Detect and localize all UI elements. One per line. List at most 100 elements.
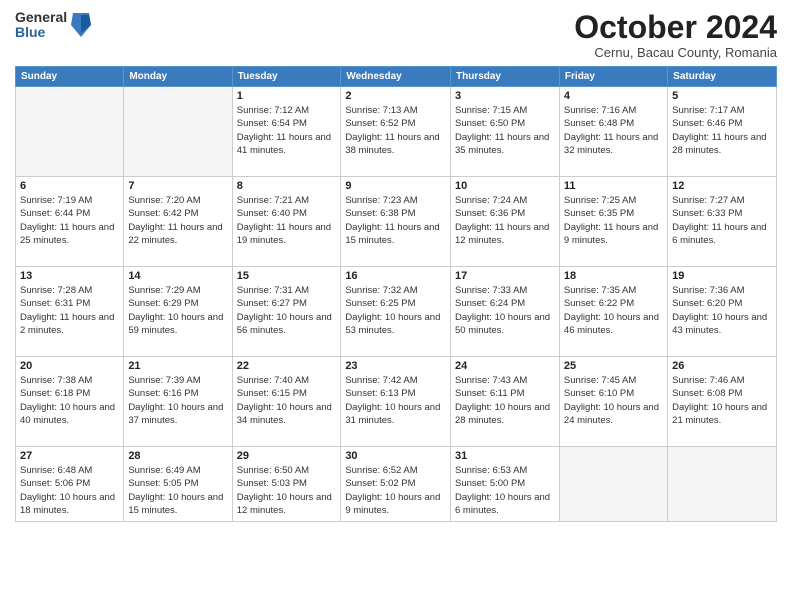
weekday-header: Saturday: [668, 67, 777, 87]
calendar-week-row: 1 Sunrise: 7:12 AM Sunset: 6:54 PM Daylig…: [16, 87, 777, 177]
day-info: Sunrise: 7:19 AM Sunset: 6:44 PM Dayligh…: [20, 194, 119, 247]
calendar-cell: 12Sunrise: 7:27 AM Sunset: 6:33 PM Dayli…: [668, 177, 777, 267]
day-info: Sunrise: 7:12 AM Sunset: 6:54 PM Dayligh…: [237, 104, 337, 157]
calendar-cell: 25 Sunrise: 7:45 AM Sunset: 6:10 PM Dayli…: [559, 357, 667, 447]
day-info: Sunrise: 6:48 AM Sunset: 5:06 PM Dayligh…: [20, 464, 119, 517]
calendar-cell: 11 Sunrise: 7:25 AM Sunset: 6:35 PM Dayli…: [559, 177, 667, 267]
calendar-cell: 22Sunrise: 7:40 AM Sunset: 6:15 PM Dayli…: [232, 357, 341, 447]
day-number: 21: [128, 360, 227, 372]
day-info: Sunrise: 6:50 AM Sunset: 5:03 PM Dayligh…: [237, 464, 337, 517]
day-info: Sunrise: 7:43 AM Sunset: 6:11 PM Dayligh…: [455, 374, 555, 427]
weekday-header: Sunday: [16, 67, 124, 87]
calendar-cell: [559, 447, 667, 522]
day-info: Sunrise: 7:17 AM Sunset: 6:46 PM Dayligh…: [672, 104, 772, 157]
day-number: 8: [237, 180, 337, 192]
day-info: Sunrise: 7:36 AM Sunset: 6:20 PM Dayligh…: [672, 284, 772, 337]
header: General Blue October 2024 Cernu, Bacau C…: [15, 10, 777, 60]
calendar-cell: 13Sunrise: 7:28 AM Sunset: 6:31 PM Dayli…: [16, 267, 124, 357]
day-info: Sunrise: 7:39 AM Sunset: 6:16 PM Dayligh…: [128, 374, 227, 427]
page: General Blue October 2024 Cernu, Bacau C…: [0, 0, 792, 612]
day-number: 16: [345, 270, 446, 282]
calendar-week-row: 6 Sunrise: 7:19 AM Sunset: 6:44 PM Daylig…: [16, 177, 777, 267]
day-number: 20: [20, 360, 119, 372]
calendar-cell: [668, 447, 777, 522]
day-info: Sunrise: 7:13 AM Sunset: 6:52 PM Dayligh…: [345, 104, 446, 157]
day-number: 26: [672, 360, 772, 372]
day-number: 6: [20, 180, 119, 192]
logo-area: General Blue: [15, 10, 93, 41]
day-info: Sunrise: 7:32 AM Sunset: 6:25 PM Dayligh…: [345, 284, 446, 337]
day-number: 9: [345, 180, 446, 192]
calendar-cell: 31Sunrise: 6:53 AM Sunset: 5:00 PM Dayli…: [450, 447, 559, 522]
day-number: 10: [455, 180, 555, 192]
calendar-cell: 17 Sunrise: 7:33 AM Sunset: 6:24 PM Dayli…: [450, 267, 559, 357]
calendar-cell: 5Sunrise: 7:17 AM Sunset: 6:46 PM Daylig…: [668, 87, 777, 177]
day-info: Sunrise: 7:21 AM Sunset: 6:40 PM Dayligh…: [237, 194, 337, 247]
day-info: Sunrise: 7:15 AM Sunset: 6:50 PM Dayligh…: [455, 104, 555, 157]
calendar-table: SundayMondayTuesdayWednesdayThursdayFrid…: [15, 66, 777, 522]
calendar-cell: 23 Sunrise: 7:42 AM Sunset: 6:13 PM Dayli…: [341, 357, 451, 447]
day-number: 29: [237, 450, 337, 462]
day-info: Sunrise: 7:35 AM Sunset: 6:22 PM Dayligh…: [564, 284, 663, 337]
calendar-cell: 29 Sunrise: 6:50 AM Sunset: 5:03 PM Dayli…: [232, 447, 341, 522]
day-number: 25: [564, 360, 663, 372]
weekday-header: Wednesday: [341, 67, 451, 87]
day-number: 7: [128, 180, 227, 192]
calendar-cell: 1 Sunrise: 7:12 AM Sunset: 6:54 PM Daylig…: [232, 87, 341, 177]
calendar-cell: 2 Sunrise: 7:13 AM Sunset: 6:52 PM Daylig…: [341, 87, 451, 177]
title-area: October 2024 Cernu, Bacau County, Romani…: [574, 10, 777, 60]
calendar-cell: 7 Sunrise: 7:20 AM Sunset: 6:42 PM Daylig…: [124, 177, 232, 267]
calendar-week-row: 13Sunrise: 7:28 AM Sunset: 6:31 PM Dayli…: [16, 267, 777, 357]
day-number: 17: [455, 270, 555, 282]
calendar-cell: 6 Sunrise: 7:19 AM Sunset: 6:44 PM Daylig…: [16, 177, 124, 267]
logo-icon: [69, 11, 93, 39]
day-number: 2: [345, 90, 446, 102]
day-number: 11: [564, 180, 663, 192]
day-info: Sunrise: 6:52 AM Sunset: 5:02 PM Dayligh…: [345, 464, 446, 517]
day-number: 27: [20, 450, 119, 462]
day-number: 28: [128, 450, 227, 462]
location: Cernu, Bacau County, Romania: [574, 45, 777, 60]
day-info: Sunrise: 7:45 AM Sunset: 6:10 PM Dayligh…: [564, 374, 663, 427]
day-number: 14: [128, 270, 227, 282]
day-number: 18: [564, 270, 663, 282]
calendar-header-row: SundayMondayTuesdayWednesdayThursdayFrid…: [16, 67, 777, 87]
calendar-cell: 26 Sunrise: 7:46 AM Sunset: 6:08 PM Dayli…: [668, 357, 777, 447]
day-info: Sunrise: 7:27 AM Sunset: 6:33 PM Dayligh…: [672, 194, 772, 247]
day-number: 30: [345, 450, 446, 462]
day-info: Sunrise: 7:40 AM Sunset: 6:15 PM Dayligh…: [237, 374, 337, 427]
day-info: Sunrise: 6:49 AM Sunset: 5:05 PM Dayligh…: [128, 464, 227, 517]
calendar-cell: 18 Sunrise: 7:35 AM Sunset: 6:22 PM Dayli…: [559, 267, 667, 357]
day-number: 4: [564, 90, 663, 102]
calendar-cell: 4 Sunrise: 7:16 AM Sunset: 6:48 PM Daylig…: [559, 87, 667, 177]
calendar-cell: 10 Sunrise: 7:24 AM Sunset: 6:36 PM Dayli…: [450, 177, 559, 267]
calendar-cell: 28 Sunrise: 6:49 AM Sunset: 5:05 PM Dayli…: [124, 447, 232, 522]
day-info: Sunrise: 7:42 AM Sunset: 6:13 PM Dayligh…: [345, 374, 446, 427]
weekday-header: Friday: [559, 67, 667, 87]
calendar-cell: 16 Sunrise: 7:32 AM Sunset: 6:25 PM Dayli…: [341, 267, 451, 357]
logo-blue: Blue: [15, 25, 67, 40]
calendar-cell: 21 Sunrise: 7:39 AM Sunset: 6:16 PM Dayli…: [124, 357, 232, 447]
day-info: Sunrise: 7:25 AM Sunset: 6:35 PM Dayligh…: [564, 194, 663, 247]
calendar-cell: 30 Sunrise: 6:52 AM Sunset: 5:02 PM Dayli…: [341, 447, 451, 522]
calendar-cell: 15Sunrise: 7:31 AM Sunset: 6:27 PM Dayli…: [232, 267, 341, 357]
day-info: Sunrise: 7:23 AM Sunset: 6:38 PM Dayligh…: [345, 194, 446, 247]
day-number: 13: [20, 270, 119, 282]
day-info: Sunrise: 7:31 AM Sunset: 6:27 PM Dayligh…: [237, 284, 337, 337]
day-info: Sunrise: 7:24 AM Sunset: 6:36 PM Dayligh…: [455, 194, 555, 247]
day-info: Sunrise: 7:46 AM Sunset: 6:08 PM Dayligh…: [672, 374, 772, 427]
calendar-cell: 24 Sunrise: 7:43 AM Sunset: 6:11 PM Dayli…: [450, 357, 559, 447]
day-number: 24: [455, 360, 555, 372]
logo-text: General Blue: [15, 10, 67, 41]
day-number: 23: [345, 360, 446, 372]
day-info: Sunrise: 7:20 AM Sunset: 6:42 PM Dayligh…: [128, 194, 227, 247]
calendar-cell: [124, 87, 232, 177]
month-title: October 2024: [574, 10, 777, 45]
day-info: Sunrise: 7:33 AM Sunset: 6:24 PM Dayligh…: [455, 284, 555, 337]
day-info: Sunrise: 7:16 AM Sunset: 6:48 PM Dayligh…: [564, 104, 663, 157]
weekday-header: Thursday: [450, 67, 559, 87]
day-number: 1: [237, 90, 337, 102]
calendar-cell: 3Sunrise: 7:15 AM Sunset: 6:50 PM Daylig…: [450, 87, 559, 177]
calendar-cell: 20Sunrise: 7:38 AM Sunset: 6:18 PM Dayli…: [16, 357, 124, 447]
calendar-week-row: 27 Sunrise: 6:48 AM Sunset: 5:06 PM Dayli…: [16, 447, 777, 522]
